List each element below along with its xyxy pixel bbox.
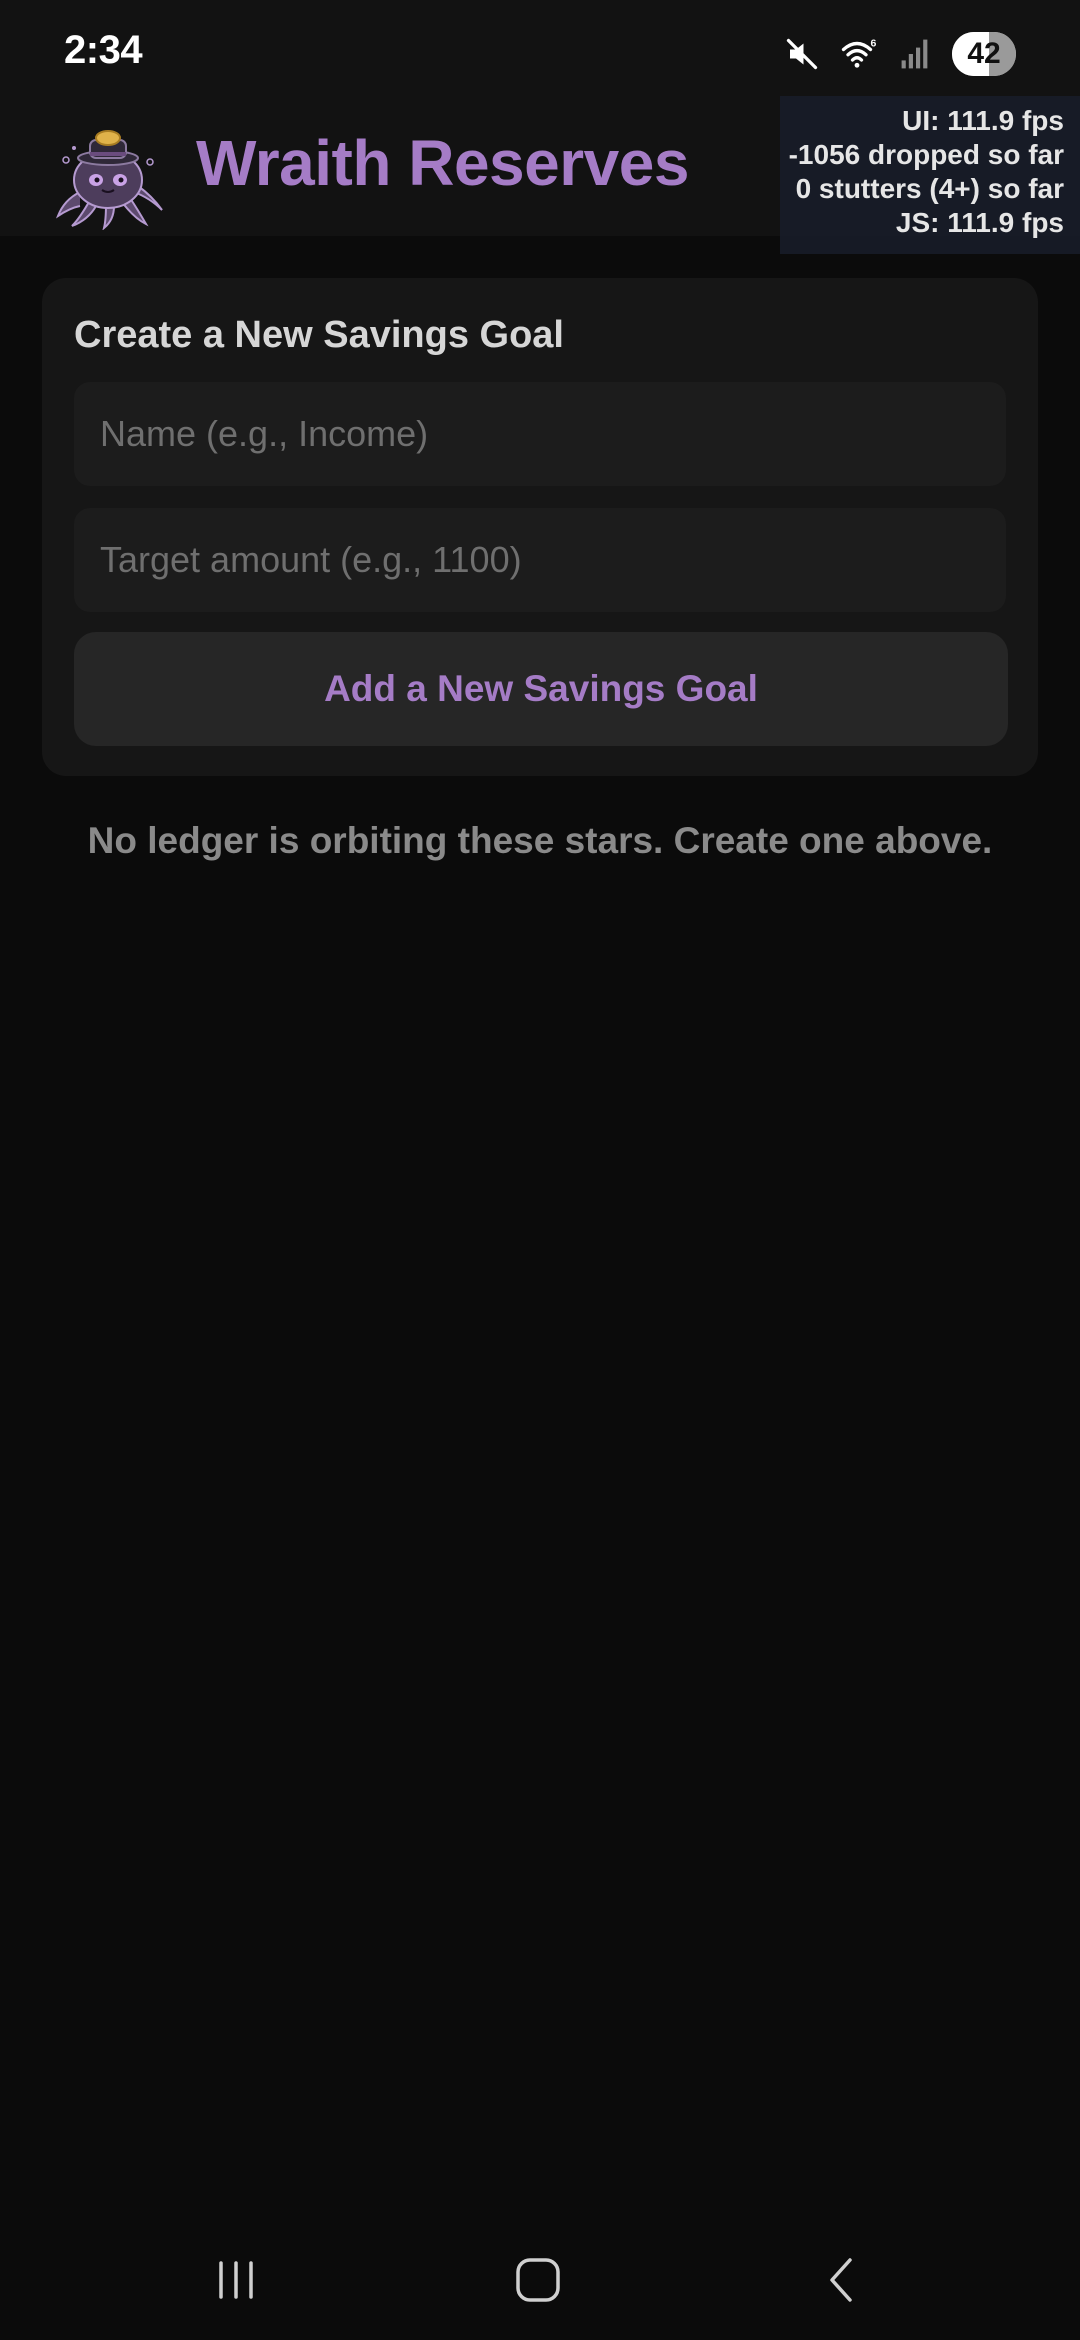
add-savings-goal-button[interactable]: Add a New Savings Goal: [74, 632, 1008, 746]
perf-js-fps: JS: 111.9 fps: [895, 207, 1064, 238]
home-icon[interactable]: [498, 2248, 578, 2312]
octopus-mascot-icon: [50, 126, 168, 231]
system-nav-bar: [0, 2220, 1080, 2340]
svg-text:6: 6: [871, 38, 877, 50]
perf-dropped-frames: -1056 dropped so far: [788, 139, 1064, 170]
wifi-icon: 6: [840, 36, 880, 72]
goal-name-input[interactable]: [74, 382, 1006, 486]
status-icons: 6 42: [784, 32, 1016, 76]
mute-icon: [784, 36, 820, 72]
battery-level: 42: [967, 37, 1001, 70]
recents-icon[interactable]: [196, 2248, 276, 2312]
app-title: Wraith Reserves: [196, 127, 689, 199]
perf-ui-fps: UI: 111.9 fps: [902, 105, 1064, 136]
empty-state-message: No ledger is orbiting these stars. Creat…: [87, 820, 993, 861]
create-goal-card: Create a New Savings Goal Add a New Savi…: [42, 278, 1038, 776]
create-goal-title: Create a New Savings Goal: [74, 314, 564, 356]
goal-target-amount-input[interactable]: [74, 508, 1006, 612]
back-icon[interactable]: [802, 2248, 882, 2312]
status-bar: 2:34 6 42: [0, 0, 1080, 100]
perf-monitor-overlay: UI: 111.9 fps -1056 dropped so far 0 stu…: [780, 96, 1080, 254]
perf-stutters: 0 stutters (4+) so far: [795, 173, 1064, 204]
battery-icon: 42: [952, 32, 1016, 76]
status-time: 2:34: [64, 28, 143, 72]
signal-icon: [900, 36, 932, 72]
